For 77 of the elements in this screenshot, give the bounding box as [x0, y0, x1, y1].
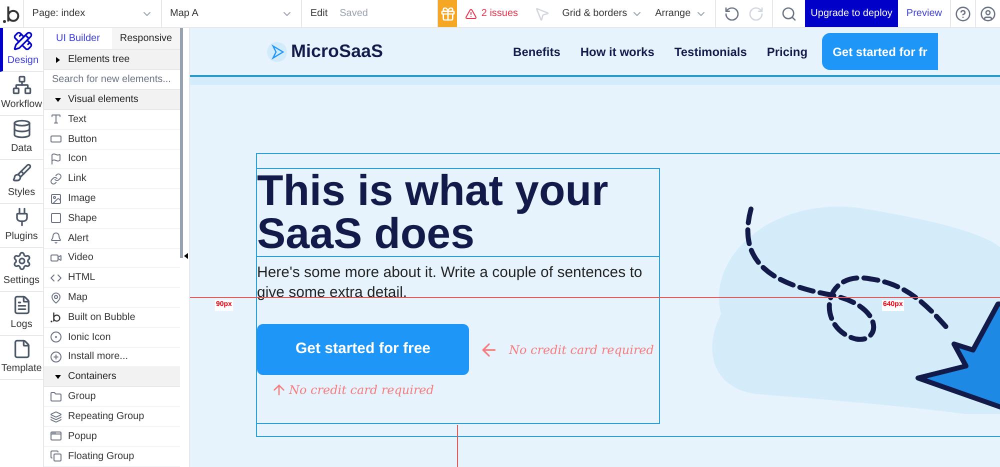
- search-icon[interactable]: [780, 6, 797, 22]
- button-icon: [50, 133, 62, 146]
- nav-link[interactable]: Benefits: [513, 42, 560, 60]
- bubble-logo-icon: [2, 4, 22, 24]
- gift-icon: [440, 6, 456, 22]
- element-item[interactable]: HTML: [44, 268, 180, 288]
- copy-icon: [50, 450, 62, 462]
- handwritten-note: No credit card required: [509, 342, 654, 358]
- element-item[interactable]: Repeating Group: [44, 407, 180, 427]
- settings-icon: [12, 251, 32, 271]
- link-icon: [50, 172, 62, 185]
- sidebar-tab[interactable]: Styles: [0, 160, 43, 204]
- expand-arrow-icon: [55, 374, 61, 379]
- sitemap-icon: [12, 75, 32, 95]
- help-icon[interactable]: [954, 6, 971, 22]
- nav-link[interactable]: How it works: [580, 42, 654, 60]
- sidebar-tab[interactable]: Template: [0, 336, 43, 380]
- code-icon: [50, 272, 62, 284]
- handwritten-note: No credit card required: [289, 382, 434, 399]
- element-item[interactable]: Built on Bubble: [44, 308, 180, 328]
- page-dropdown[interactable]: Page: index: [24, 0, 162, 27]
- upgrade-button[interactable]: Upgrade to deploy: [804, 0, 898, 27]
- brand-name: MicroSaaS: [291, 40, 384, 63]
- scrollbar[interactable]: [180, 28, 183, 258]
- edit-button[interactable]: Edit: [310, 6, 328, 21]
- brush-icon: [12, 163, 32, 183]
- issues-button[interactable]: 2 issues: [457, 0, 526, 27]
- sidebar-tab[interactable]: Plugins: [0, 204, 43, 248]
- saved-status: Saved: [340, 7, 368, 21]
- design-tools-icon: [13, 31, 33, 51]
- nav-link[interactable]: Pricing: [766, 42, 808, 60]
- guide-line: [457, 425, 458, 467]
- bell-icon: [50, 232, 62, 244]
- video-camera-icon: [50, 252, 62, 264]
- grid-borders-dropdown[interactable]: Grid & borders: [558, 0, 648, 27]
- sidebar-tab[interactable]: Data: [0, 116, 43, 160]
- text-icon: [50, 113, 62, 126]
- image-icon: [50, 192, 62, 205]
- nav-link[interactable]: Testimonials: [674, 42, 747, 60]
- element-item[interactable]: Popup: [44, 426, 180, 447]
- sidebar-tab[interactable]: Workflow: [0, 72, 43, 116]
- page-icon: [12, 339, 32, 359]
- hero-heading: This is what your SaaS does: [257, 169, 659, 257]
- preview-button[interactable]: Preview: [898, 0, 951, 27]
- element-item[interactable]: Ionic Icon: [44, 328, 180, 348]
- warning-icon: [465, 8, 478, 20]
- section-header[interactable]: Containers: [44, 367, 180, 388]
- section-header[interactable]: Elements tree: [44, 50, 180, 70]
- folder-icon: [50, 390, 62, 403]
- flag-icon: [50, 152, 62, 165]
- element-item[interactable]: Image: [44, 189, 180, 209]
- bubble-logo-icon: [50, 311, 62, 324]
- section-header[interactable]: Visual elements: [44, 90, 180, 110]
- plus-circle-icon: [50, 350, 62, 363]
- map-pin-icon: [50, 292, 62, 304]
- map-dropdown[interactable]: Map A: [162, 0, 302, 27]
- element-item[interactable]: Map: [44, 288, 180, 308]
- element-item[interactable]: Floating Group: [44, 446, 180, 467]
- window-icon: [50, 430, 62, 442]
- stacked-folders-icon: [50, 410, 62, 423]
- search-field[interactable]: Search for new elements...: [44, 70, 180, 90]
- document-icon: [12, 295, 32, 315]
- undo-icon[interactable]: [724, 6, 740, 22]
- hero-description: Here's some more about it. Write a couple of sentences to give some extra detail.: [257, 263, 644, 303]
- database-icon: [12, 119, 32, 139]
- square-icon: [50, 212, 62, 224]
- expand-arrow-icon: [56, 56, 60, 62]
- user-avatar-icon[interactable]: [980, 6, 996, 22]
- play-logo-icon: [267, 42, 287, 62]
- circle-dot-icon: [50, 331, 62, 344]
- element-item[interactable]: Video: [44, 248, 180, 268]
- panel-tab[interactable]: Responsive: [112, 28, 180, 49]
- element-item[interactable]: Group: [44, 387, 180, 408]
- expand-arrow-icon: [55, 98, 61, 102]
- sidebar-tab[interactable]: Settings: [0, 248, 43, 292]
- sidebar-tab[interactable]: Logs: [0, 292, 43, 336]
- arrange-dropdown[interactable]: Arrange: [647, 0, 716, 27]
